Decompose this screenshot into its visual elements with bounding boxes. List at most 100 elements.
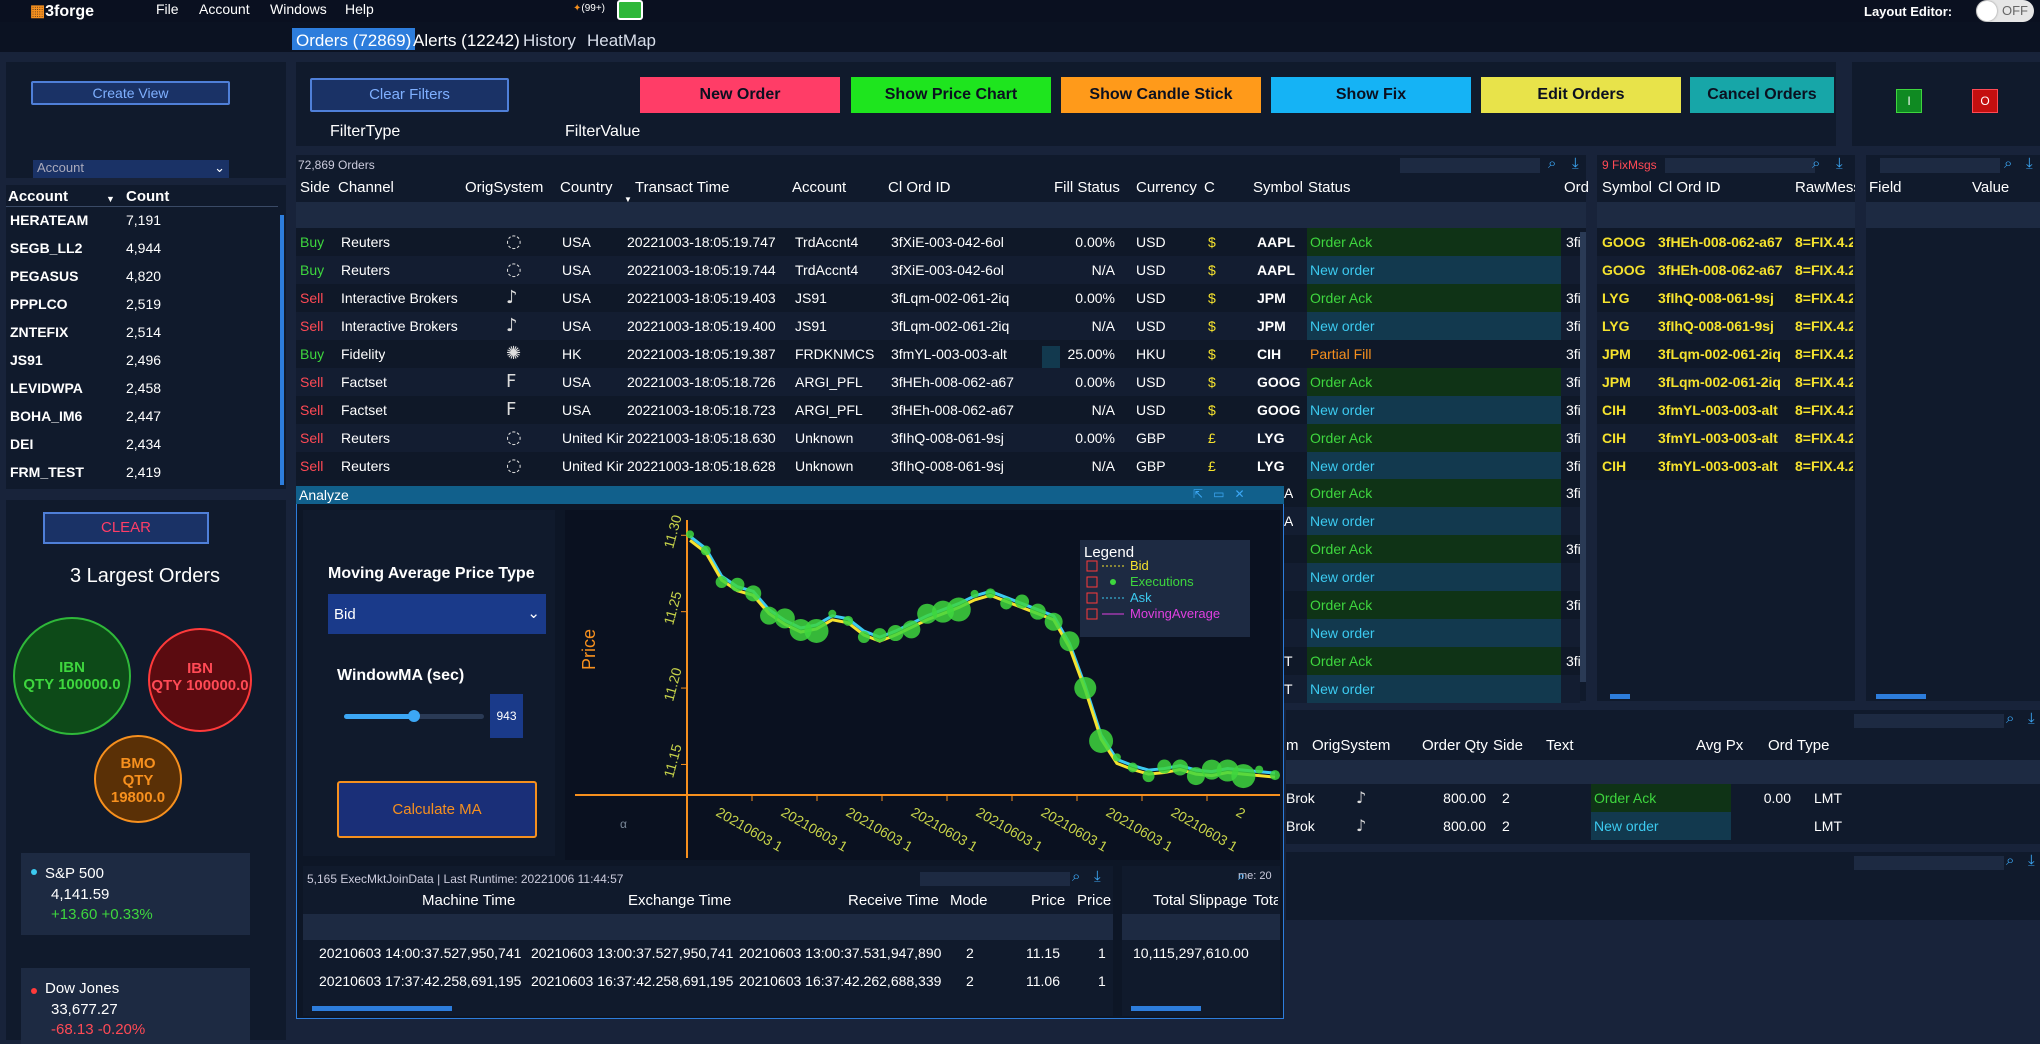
exec-search-input[interactable] bbox=[920, 872, 1070, 886]
column-header-rawmessage[interactable]: RawMess bbox=[1795, 179, 1855, 196]
grid-icon[interactable] bbox=[617, 0, 643, 20]
slider-handle[interactable] bbox=[408, 710, 420, 722]
menu-account[interactable]: Account bbox=[199, 1, 250, 17]
table-row[interactable]: T New order bbox=[1280, 675, 1580, 703]
maximize-icon[interactable]: ▭ bbox=[1213, 487, 1224, 501]
clear-filters-button[interactable]: Clear Filters bbox=[310, 78, 509, 112]
column-header-total-slippage[interactable]: Total Slippage bbox=[1153, 892, 1247, 909]
column-header-clordid[interactable]: Cl Ord ID bbox=[1658, 179, 1721, 196]
table-row[interactable]: Buy Fidelity ✺ HK 20221003-18:05:19.387 FRDKN… bbox=[296, 340, 1586, 368]
order-bubble[interactable]: IBN QTY 100000.0 bbox=[13, 617, 131, 735]
price-chart[interactable]: 11.3011.2511.2011.15 20210603 120210603 … bbox=[565, 510, 1280, 860]
table-row[interactable]: Sell Factset F USA 20221003-18:05:18.723 ARGI… bbox=[296, 396, 1586, 424]
table-row[interactable]: T Order Ack 3fi bbox=[1280, 647, 1581, 675]
column-header-value[interactable]: Value bbox=[1972, 179, 2009, 196]
close-icon[interactable]: ✕ bbox=[1234, 487, 1244, 501]
table-row[interactable]: CIH 3fmYL-003-003-alt 8=FIX.4.2 bbox=[1597, 452, 1855, 480]
column-header-machine-time[interactable]: Machine Time bbox=[422, 892, 515, 909]
download-icon[interactable]: ⤓ bbox=[1836, 155, 1843, 172]
tab-orders[interactable]: Orders (72869) bbox=[292, 28, 416, 50]
column-header-avg-px[interactable]: Avg Px bbox=[1696, 737, 1743, 754]
search-icon[interactable]: ⌕ bbox=[1072, 868, 1080, 885]
table-row[interactable]: LYG 3fIhQ-008-061-9sj 8=FIX.4.2 bbox=[1597, 284, 1855, 312]
table-row[interactable]: Sell Reuters ◌ United Kir 20221003-18:05:18.… bbox=[296, 424, 1586, 452]
scrollbar[interactable] bbox=[312, 1006, 452, 1011]
tab-heatmap[interactable]: HeatMap bbox=[583, 28, 660, 50]
search-icon[interactable]: ⌕ bbox=[1812, 155, 1820, 172]
popout-icon[interactable]: ⇱ bbox=[1193, 487, 1203, 501]
column-header-country[interactable]: Country bbox=[560, 179, 613, 196]
action-button-show-price-chart[interactable]: Show Price Chart bbox=[851, 77, 1051, 113]
download-icon[interactable]: ⤓ bbox=[2028, 710, 2035, 727]
action-button-edit-orders[interactable]: Edit Orders bbox=[1481, 77, 1681, 113]
column-header-exchange-time[interactable]: Exchange Time bbox=[628, 892, 731, 909]
index-card-dow[interactable]: Dow Jones 33,677.27 -68.13 -0.20% bbox=[21, 968, 250, 1044]
download-icon[interactable]: ⤓ bbox=[2028, 852, 2035, 869]
column-header-status[interactable]: Status bbox=[1308, 179, 1351, 196]
action-button-show-candle-stick[interactable]: Show Candle Stick bbox=[1061, 77, 1261, 113]
table-row[interactable]: CIH 3fmYL-003-003-alt 8=FIX.4.2 bbox=[1597, 396, 1855, 424]
column-header-side[interactable]: Side bbox=[300, 179, 330, 196]
notification-badge[interactable]: ✦(99+) bbox=[573, 3, 605, 14]
field-search-input[interactable] bbox=[1880, 158, 2000, 173]
column-header-count[interactable]: Count bbox=[126, 188, 169, 205]
account-row[interactable]: SEGB_LL2 4,944 bbox=[6, 235, 278, 263]
column-header-text[interactable]: Text bbox=[1546, 737, 1574, 754]
column-header-account[interactable]: Account bbox=[8, 188, 68, 205]
action-button-show-fix[interactable]: Show Fix bbox=[1271, 77, 1471, 113]
empty-search-input[interactable] bbox=[1854, 856, 2004, 870]
column-header-channel[interactable]: Channel bbox=[338, 179, 394, 196]
ma-type-select[interactable]: Bid ⌄ bbox=[328, 594, 546, 634]
column-header-origsystem[interactable]: OrigSystem bbox=[1312, 737, 1390, 754]
column-header-price-2[interactable]: Price bbox=[1077, 892, 1111, 909]
table-row[interactable]: Sell Interactive Brokers ♪ USA 20221003-18:0… bbox=[296, 312, 1586, 340]
column-header-total-2[interactable]: Tota bbox=[1253, 892, 1278, 909]
table-row[interactable]: New order bbox=[1280, 619, 1580, 647]
order-bubble[interactable]: IBN QTY 100000.0 bbox=[148, 628, 252, 732]
column-header-cl-ord-id[interactable]: Cl Ord ID bbox=[888, 179, 951, 196]
calculate-ma-button[interactable]: Calculate MA bbox=[337, 781, 537, 838]
table-row[interactable]: JPM 3fLqm-002-061-2iq 8=FIX.4.2 bbox=[1597, 368, 1855, 396]
table-row[interactable]: A New order bbox=[1280, 507, 1580, 535]
tab-history[interactable]: History bbox=[519, 28, 580, 50]
account-row[interactable]: DEI 2,434 bbox=[6, 431, 278, 459]
column-header-origsystem[interactable]: OrigSystem bbox=[465, 179, 543, 196]
account-row[interactable]: JS91 2,496 bbox=[6, 347, 278, 375]
column-header-ord-type[interactable]: Ord Type bbox=[1768, 737, 1829, 754]
column-header-price[interactable]: Price bbox=[1031, 892, 1065, 909]
o-button[interactable]: O bbox=[1972, 89, 1998, 113]
table-row[interactable]: Order Ack 3fi bbox=[1280, 535, 1581, 563]
search-icon[interactable]: ⌕ bbox=[2006, 710, 2014, 727]
fix-search-input[interactable] bbox=[1665, 158, 1815, 173]
account-row[interactable]: PEGASUS 4,820 bbox=[6, 263, 278, 291]
table-row[interactable]: LYG 3fIhQ-008-061-9sj 8=FIX.4.2 bbox=[1597, 312, 1855, 340]
table-row[interactable]: Buy Reuters ◌ USA 20221003-18:05:19.744 TrdAc… bbox=[296, 256, 1586, 284]
orders-search-input[interactable] bbox=[1400, 158, 1540, 173]
table-row[interactable]: Brok ♪ 800.00 2 Order Ack 0.00 LMT bbox=[1286, 784, 2040, 812]
search-icon[interactable]: ⌕ bbox=[1548, 155, 1556, 172]
column-header-symbol[interactable]: Symbol bbox=[1602, 179, 1652, 196]
account-row[interactable]: HERATEAM 7,191 bbox=[6, 207, 278, 235]
column-header-receive-time[interactable]: Receive Time bbox=[848, 892, 939, 909]
account-select[interactable]: Account ⌄ bbox=[33, 160, 229, 178]
order-bubble[interactable]: BMO QTY 19800.0 bbox=[94, 735, 182, 823]
table-row[interactable]: GOOG 3fHEh-008-062-a67 8=FIX.4.2 bbox=[1597, 256, 1855, 284]
scrollbar[interactable] bbox=[280, 215, 284, 485]
column-header-order-qty[interactable]: Order Qty bbox=[1422, 737, 1488, 754]
analyze-titlebar[interactable] bbox=[296, 486, 1284, 504]
window-ma-input[interactable]: 943 bbox=[490, 694, 523, 738]
column-header-fill-status[interactable]: Fill Status bbox=[1054, 179, 1120, 196]
column-header-m[interactable]: m bbox=[1286, 737, 1299, 754]
download-icon[interactable]: ⤓ bbox=[1094, 868, 1101, 885]
column-header-transact-time[interactable]: Transact Time bbox=[635, 179, 729, 196]
column-header-account[interactable]: Account bbox=[792, 179, 846, 196]
column-header-c[interactable]: C bbox=[1204, 179, 1215, 196]
account-row[interactable]: BOHA_IM6 2,447 bbox=[6, 403, 278, 431]
layout-editor-toggle[interactable]: OFF bbox=[1976, 0, 2034, 22]
action-button-new-order[interactable]: New Order bbox=[640, 77, 840, 113]
table-row[interactable]: A Order Ack 3fi bbox=[1280, 479, 1581, 507]
account-row[interactable]: ZNTEFIX 2,514 bbox=[6, 319, 278, 347]
tab-alerts[interactable]: Alerts (12242) bbox=[409, 28, 524, 50]
scrollbar[interactable] bbox=[1610, 694, 1630, 699]
table-row[interactable]: GOOG 3fHEh-008-062-a67 8=FIX.4.2 bbox=[1597, 228, 1855, 256]
